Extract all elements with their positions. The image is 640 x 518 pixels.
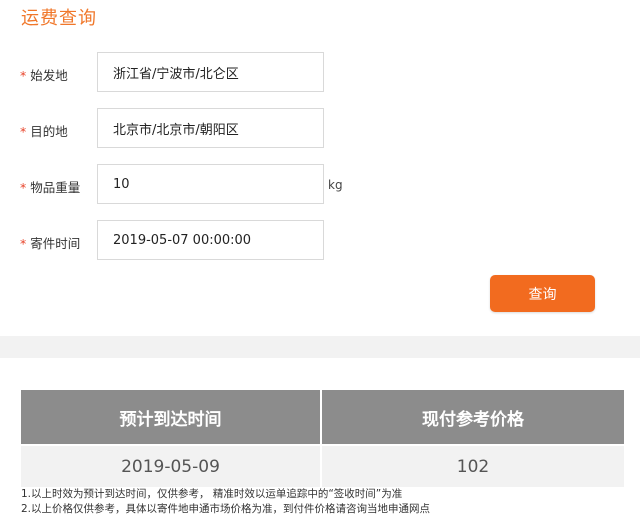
note-item: 2.以上价格仅供参考，具体以寄件地申通市场价格为准，到付件价格请咨询当地申通网点	[21, 503, 431, 515]
origin-input[interactable]	[97, 52, 324, 92]
result-header-row: 预计到达时间 现付参考价格	[21, 390, 624, 445]
destination-label: * 目的地	[20, 124, 68, 139]
origin-row: * 始发地	[0, 52, 640, 94]
origin-label: * 始发地	[20, 68, 68, 83]
destination-input[interactable]	[97, 108, 324, 148]
required-mark: *	[20, 124, 27, 139]
header-reference-price: 现付参考价格	[321, 390, 624, 445]
destination-row: * 目的地	[0, 108, 640, 150]
result-table: 预计到达时间 现付参考价格 2019-05-09 102	[21, 390, 624, 487]
table-row: 2019-05-09 102	[21, 444, 624, 487]
send-time-input[interactable]	[97, 220, 324, 260]
send-time-label: * 寄件时间	[20, 236, 81, 251]
note-item: 1.以上时效为预计到达时间，仅供参考， 精准时效以运单追踪中的“签收时间”为准	[21, 488, 403, 500]
required-mark: *	[20, 68, 27, 83]
send-time-row: * 寄件时间	[0, 220, 640, 262]
header-estimated-arrival: 预计到达时间	[21, 390, 322, 445]
page-title: 运费查询	[21, 8, 97, 29]
section-divider	[0, 336, 640, 358]
reference-price-value: 102	[321, 444, 624, 487]
estimated-arrival-value: 2019-05-09	[21, 444, 322, 487]
weight-label: * 物品重量	[20, 180, 81, 195]
weight-input[interactable]	[97, 164, 324, 204]
query-button[interactable]: 查询	[490, 275, 595, 312]
weight-row: *物品重量 kg	[0, 164, 640, 206]
notes: 1.以上时效为预计到达时间，仅供参考， 精准时效以运单追踪中的“签收时间”为准 …	[21, 487, 430, 517]
required-mark: *	[20, 180, 27, 195]
weight-unit: kg	[328, 178, 343, 192]
required-mark: *	[20, 236, 27, 251]
